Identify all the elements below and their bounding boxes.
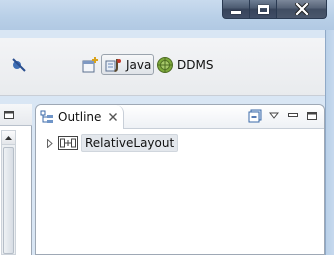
close-icon <box>294 3 309 15</box>
maximize-icon <box>307 112 317 120</box>
maximize-button[interactable] <box>250 0 277 19</box>
maximize-icon <box>257 4 269 14</box>
tree-node-label: RelativeLayout <box>81 134 179 152</box>
ddms-perspective-icon <box>157 56 173 73</box>
java-perspective-label: Java <box>126 57 152 72</box>
view-menu-button[interactable] <box>266 108 282 124</box>
left-view-tab-bar <box>0 104 32 126</box>
java-perspective-button[interactable]: Java <box>101 54 154 75</box>
arrow-up-icon <box>5 135 12 140</box>
window-border-right <box>325 30 334 255</box>
skip-breakpoints-icon[interactable] <box>10 55 28 73</box>
view-minimize-button[interactable] <box>285 108 301 124</box>
view-menu-icon <box>269 112 279 119</box>
relative-layout-icon <box>58 136 78 150</box>
outline-icon <box>40 110 53 123</box>
outline-view: Outline RelativeLayout <box>35 104 325 255</box>
minimize-button[interactable] <box>222 0 250 19</box>
caption-buttons <box>222 0 327 19</box>
outline-tab-label: Outline <box>58 110 102 124</box>
scroll-up-button[interactable] <box>2 131 15 145</box>
main-toolbar: Java DDMS <box>0 38 325 96</box>
view-maximize-button[interactable] <box>304 108 320 124</box>
collapse-all-button[interactable] <box>247 108 263 124</box>
ddms-perspective-label: DDMS <box>177 57 214 72</box>
chevron-right-icon <box>47 138 53 148</box>
outline-view-tools <box>247 108 320 124</box>
left-view-scrollbar[interactable] <box>1 130 16 255</box>
tab-outline[interactable]: Outline <box>36 105 124 129</box>
minimize-icon <box>288 113 298 117</box>
outline-view-header: Outline <box>36 105 324 129</box>
close-button[interactable] <box>277 0 327 19</box>
close-icon[interactable] <box>108 112 118 122</box>
ddms-perspective-button[interactable]: DDMS <box>156 54 213 75</box>
expand-toggle[interactable] <box>44 137 56 149</box>
java-perspective-icon <box>105 58 121 72</box>
minimize-icon <box>231 10 241 14</box>
tree-row[interactable]: RelativeLayout <box>44 134 179 152</box>
left-view <box>0 104 32 255</box>
maximize-icon[interactable] <box>4 111 14 119</box>
collapse-all-icon <box>248 109 262 123</box>
outline-tree: RelativeLayout <box>44 134 179 152</box>
scrollbar-thumb[interactable] <box>3 147 14 254</box>
open-perspective-icon[interactable] <box>80 55 100 75</box>
